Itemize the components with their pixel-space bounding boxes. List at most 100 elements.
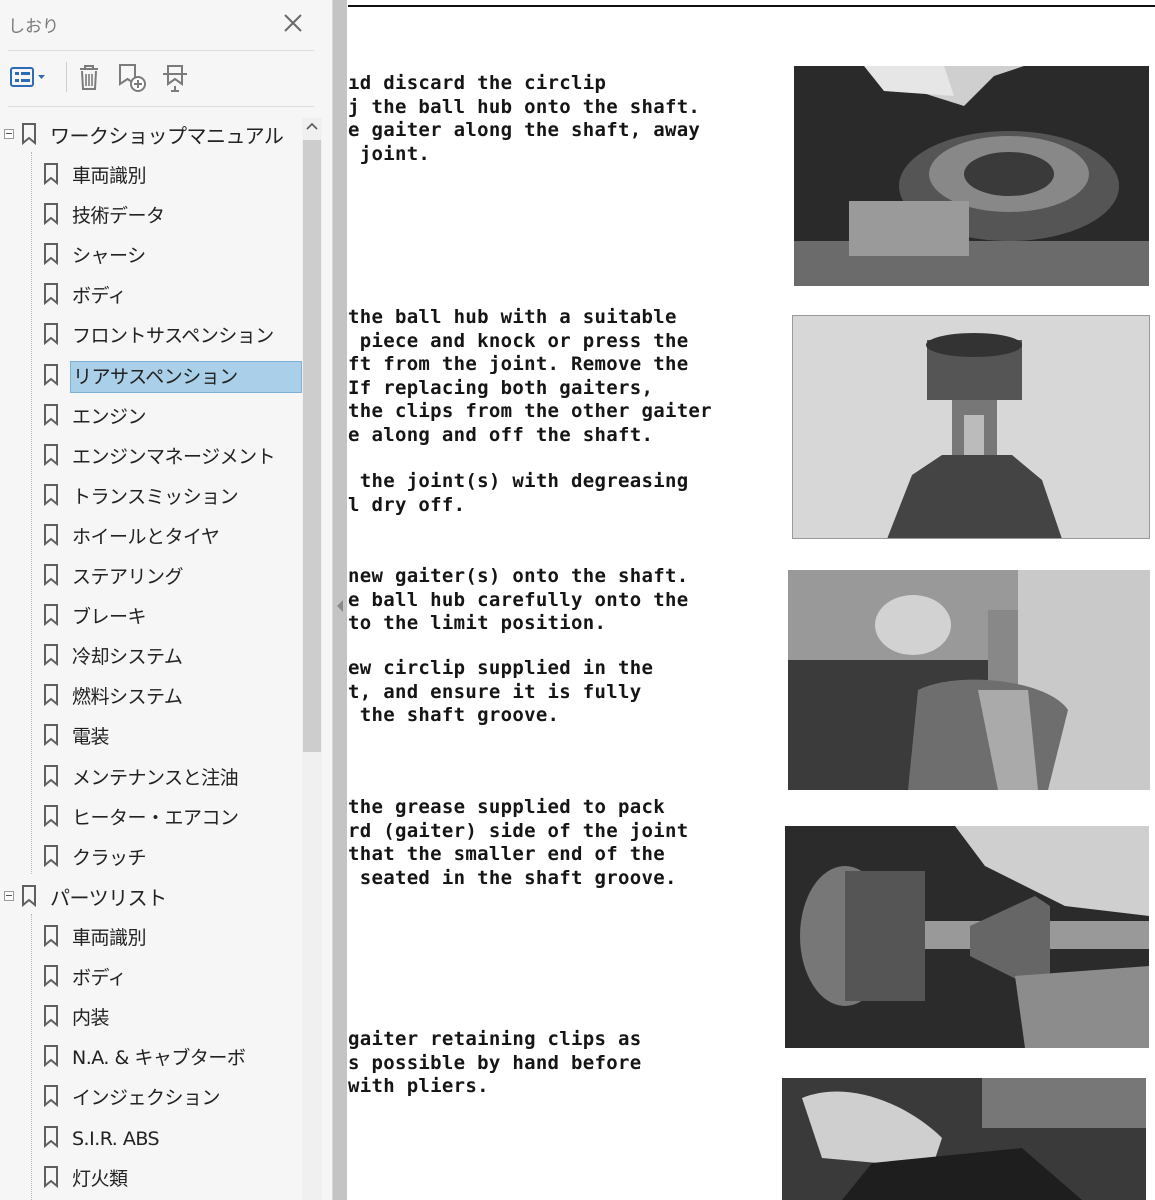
bookmark-label[interactable]: パーツリスト bbox=[48, 883, 169, 913]
bookmark-icon bbox=[44, 203, 58, 226]
bookmarks-toolbar bbox=[0, 52, 332, 104]
bookmark-label[interactable]: 技術データ bbox=[70, 201, 167, 231]
document-text-line: gaiter retaining clips as bbox=[348, 1028, 642, 1050]
document-text-line: to the limit position. bbox=[348, 612, 607, 634]
bookmark-child-item[interactable]: ボディ bbox=[0, 960, 302, 994]
new-bookmark-icon[interactable] bbox=[114, 60, 148, 94]
bookmark-child-item[interactable]: 燃料システム bbox=[0, 679, 302, 713]
bookmark-child-item[interactable]: フロントサスペンション bbox=[0, 318, 302, 352]
bookmark-child-item[interactable]: 車両識別 bbox=[0, 920, 302, 954]
bookmark-label[interactable]: ボディ bbox=[70, 281, 128, 311]
bookmark-label[interactable]: 冷却システム bbox=[70, 642, 184, 672]
document-page: ıd discard the circlip j the ball hub ont… bbox=[348, 0, 1155, 1200]
panel-title: しおり bbox=[8, 17, 59, 37]
bookmark-child-item[interactable]: トランスミッション bbox=[0, 479, 302, 513]
bookmark-child-item[interactable]: 冷却システム bbox=[0, 639, 302, 673]
bookmark-icon bbox=[44, 925, 58, 948]
bookmark-label[interactable]: S.I.R. ABS bbox=[70, 1124, 161, 1154]
bookmark-label[interactable]: ホイールとタイヤ bbox=[70, 522, 221, 552]
bookmark-workshop-manual[interactable]: ワークショップマニュアル bbox=[0, 118, 302, 152]
bookmark-icon bbox=[44, 363, 58, 386]
bookmark-child-item[interactable]: ステアリング bbox=[0, 559, 302, 593]
document-text-line: l dry off. bbox=[348, 493, 466, 516]
divider bbox=[8, 106, 314, 107]
document-text-line: new gaiter(s) onto the shaft. bbox=[348, 565, 689, 587]
bookmark-label[interactable]: ブレーキ bbox=[70, 602, 148, 632]
bookmark-child-item[interactable]: 技術データ bbox=[0, 198, 302, 232]
bookmark-label[interactable]: 車両識別 bbox=[70, 161, 148, 191]
bookmark-label[interactable]: エンジン bbox=[70, 402, 148, 432]
page-top-rule bbox=[348, 5, 1155, 7]
document-text-line: j the ball hub onto the shaft. bbox=[348, 95, 701, 118]
find-current-bookmark-icon[interactable] bbox=[158, 60, 192, 94]
bookmark-parts-list[interactable]: パーツリスト bbox=[0, 880, 302, 914]
bookmark-child-item[interactable]: S.I.R. ABS bbox=[0, 1121, 302, 1155]
bookmark-label[interactable]: ヒーター・エアコン bbox=[70, 803, 241, 833]
collapse-toggle[interactable] bbox=[4, 129, 14, 139]
scroll-up-icon[interactable] bbox=[305, 118, 319, 138]
bookmark-child-item[interactable]: シャーシ bbox=[0, 238, 302, 272]
bookmark-label[interactable]: メンテナンスと注油 bbox=[70, 763, 240, 793]
bookmark-child-item[interactable]: 灯火類 bbox=[0, 1161, 302, 1195]
bookmark-label[interactable]: ステアリング bbox=[70, 562, 185, 592]
divider bbox=[8, 50, 314, 51]
collapse-toggle[interactable] bbox=[4, 891, 14, 901]
photo-clips-pliers bbox=[782, 1078, 1146, 1200]
bookmark-child-item[interactable]: 車両識別 bbox=[0, 158, 302, 192]
bookmark-options-icon[interactable] bbox=[8, 60, 50, 94]
document-text-line: t, and ensure it is fully bbox=[348, 680, 642, 703]
bookmark-icon bbox=[44, 764, 58, 787]
document-text-line: ıd discard the circlip bbox=[348, 72, 607, 94]
collapse-panel-icon[interactable] bbox=[336, 598, 344, 612]
document-text-line: rd (gaiter) side of the joint bbox=[348, 819, 689, 842]
bookmark-child-item[interactable]: クラッチ bbox=[0, 840, 302, 874]
vertical-scrollbar[interactable] bbox=[302, 118, 322, 1200]
bookmark-label[interactable]: ボディ bbox=[70, 963, 128, 993]
bookmark-icon bbox=[44, 1165, 58, 1188]
bookmark-label[interactable]: N.A. & キャブターボ bbox=[70, 1043, 247, 1073]
document-text-line: e along and off the shaft. bbox=[348, 423, 654, 446]
document-text-line: ew circlip supplied in the bbox=[348, 657, 654, 679]
close-icon[interactable] bbox=[280, 10, 306, 36]
bookmark-icon bbox=[44, 564, 58, 587]
bookmark-label[interactable]: 燃料システム bbox=[70, 682, 184, 712]
bookmark-label[interactable]: インジェクション bbox=[70, 1083, 222, 1113]
scrollbar-thumb[interactable] bbox=[303, 140, 321, 752]
bookmark-child-item[interactable]: インジェクション bbox=[0, 1080, 302, 1114]
bookmark-icon bbox=[44, 965, 58, 988]
bookmark-child-item[interactable]: ボディ bbox=[0, 278, 302, 312]
bookmark-label[interactable]: エンジンマネージメント bbox=[70, 442, 277, 472]
bookmark-label[interactable]: 電装 bbox=[70, 722, 111, 752]
document-text-line: the grease supplied to pack bbox=[348, 796, 665, 818]
bookmark-label[interactable]: トランスミッション bbox=[70, 482, 240, 512]
panel-splitter[interactable] bbox=[333, 0, 347, 1200]
bookmark-child-item[interactable]: ホイールとタイヤ bbox=[0, 519, 302, 553]
bookmark-label[interactable]: フロントサスペンション bbox=[70, 321, 276, 351]
bookmark-label[interactable]: 車両識別 bbox=[70, 923, 148, 953]
bookmark-child-item[interactable]: エンジン bbox=[0, 399, 302, 433]
bookmark-icon bbox=[22, 885, 36, 908]
bookmark-child-item[interactable]: N.A. & キャブターボ bbox=[0, 1040, 302, 1074]
bookmark-child-item[interactable]: リアサスペンション bbox=[0, 359, 302, 393]
document-text-line: with pliers. bbox=[348, 1075, 489, 1097]
document-text-line: If replacing both gaiters, bbox=[348, 376, 654, 399]
bookmark-icon bbox=[44, 403, 58, 426]
bookmark-label[interactable]: クラッチ bbox=[70, 843, 148, 873]
bookmark-label[interactable]: 内装 bbox=[70, 1003, 111, 1033]
document-text-line: the shaft groove. bbox=[348, 704, 560, 726]
bookmark-icon bbox=[44, 1005, 58, 1028]
delete-icon[interactable] bbox=[72, 60, 106, 94]
bookmark-label[interactable]: リアサスペンション bbox=[70, 360, 302, 393]
bookmark-icon bbox=[44, 443, 58, 466]
bookmark-label[interactable]: 灯火類 bbox=[70, 1164, 130, 1194]
bookmark-child-item[interactable]: ヒーター・エアコン bbox=[0, 800, 302, 834]
bookmark-child-item[interactable]: ブレーキ bbox=[0, 599, 302, 633]
bookmark-label[interactable]: ワークショップマニュアル bbox=[48, 121, 285, 151]
toolbar-divider bbox=[66, 62, 67, 92]
bookmark-child-item[interactable]: 電装 bbox=[0, 719, 302, 753]
bookmark-child-item[interactable]: エンジンマネージメント bbox=[0, 439, 302, 473]
document-text-line: seated in the shaft groove. bbox=[348, 866, 677, 889]
bookmark-child-item[interactable]: 内装 bbox=[0, 1000, 302, 1034]
bookmark-child-item[interactable]: メンテナンスと注油 bbox=[0, 760, 302, 794]
bookmark-label[interactable]: シャーシ bbox=[70, 241, 148, 271]
